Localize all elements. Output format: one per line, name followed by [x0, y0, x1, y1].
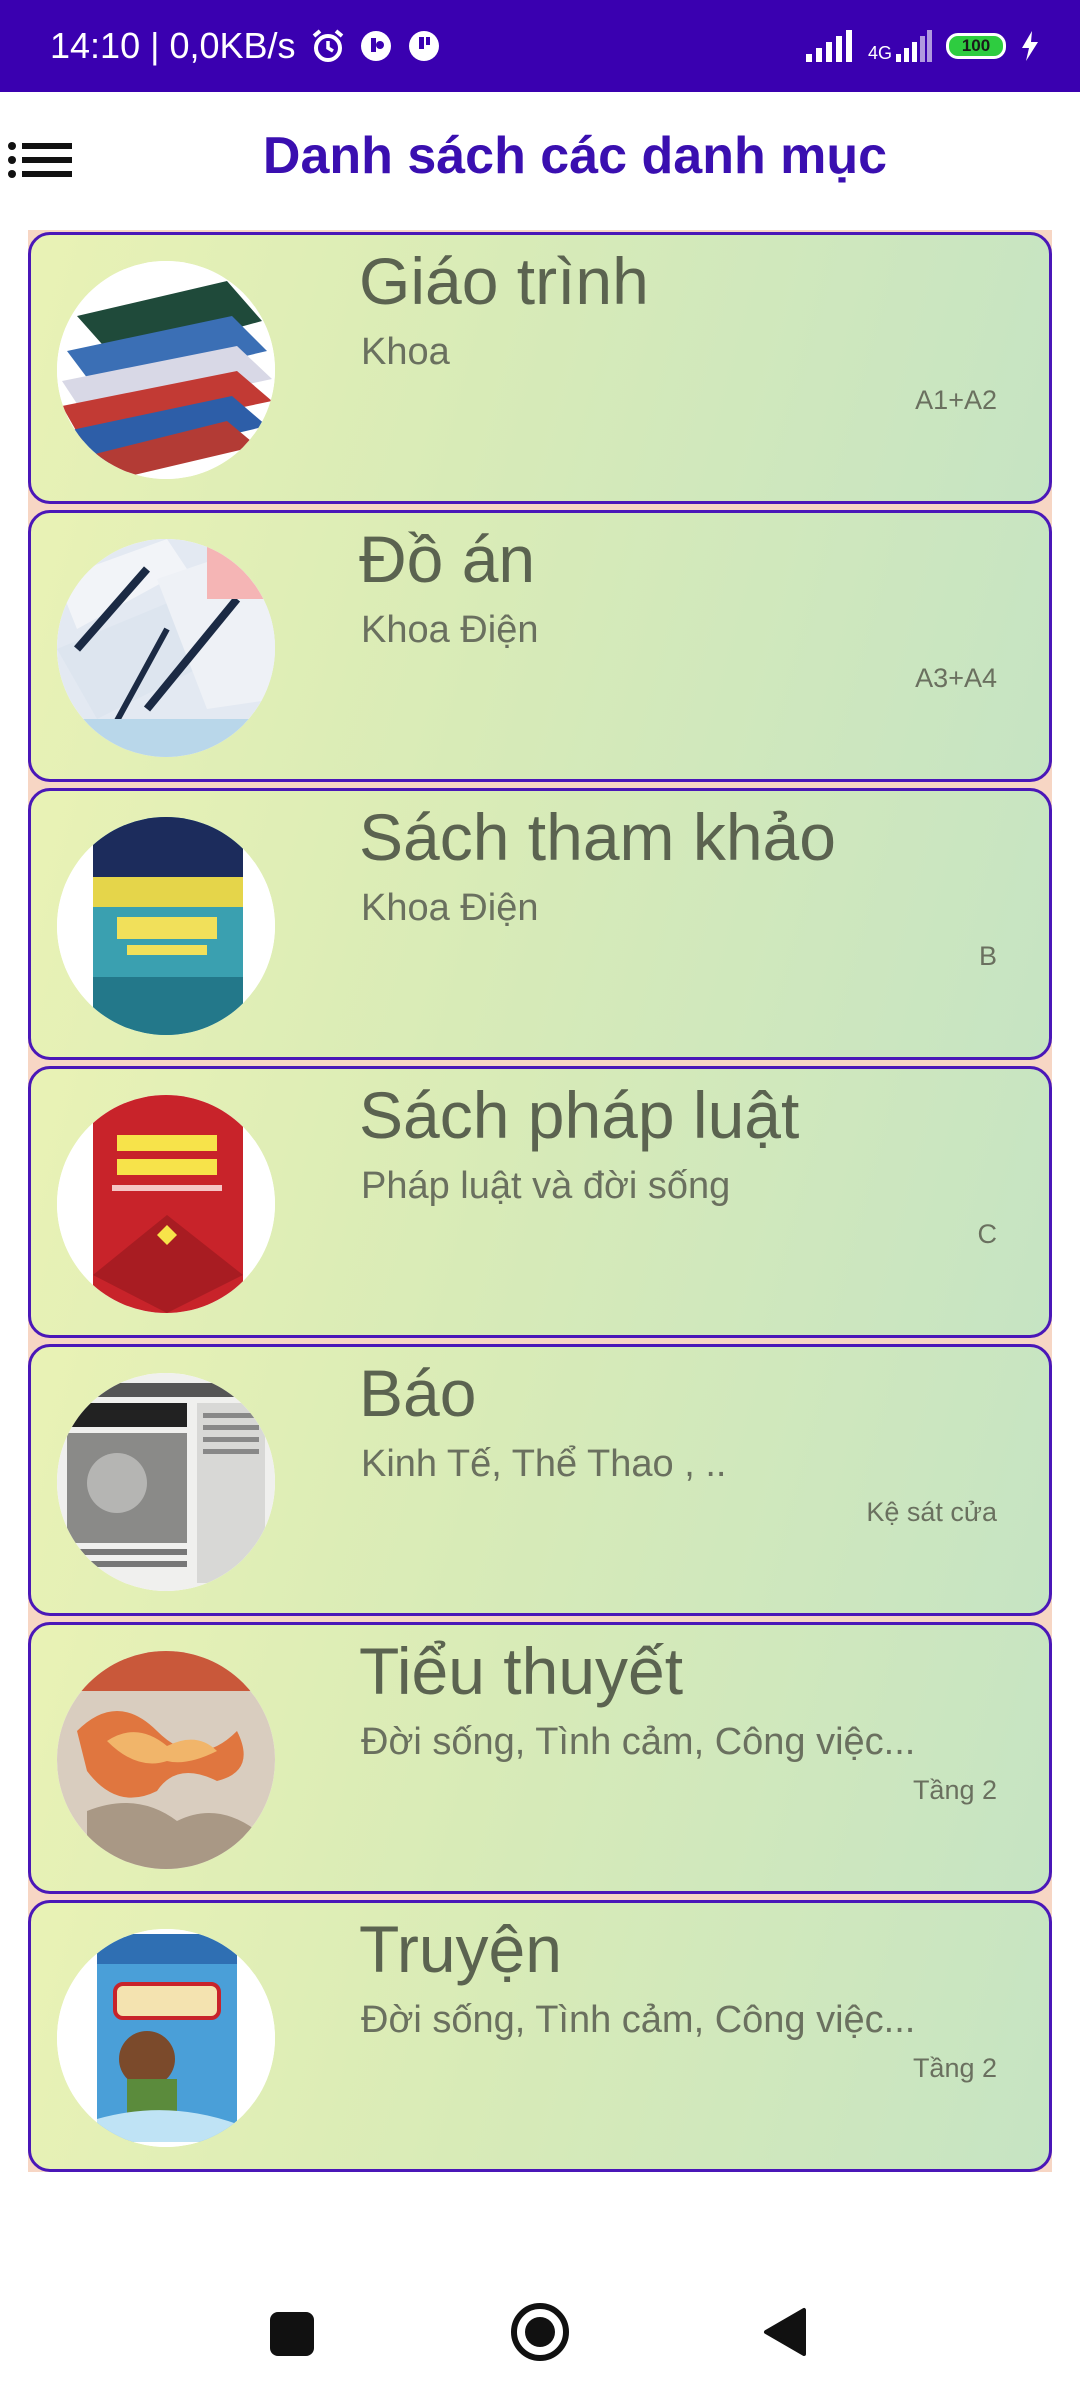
category-card-giao-trinh[interactable]: Giáo trình Khoa A1+A2: [28, 232, 1052, 504]
notification-icons: [310, 28, 442, 64]
category-subtitle: Kinh Tế, Thể Thao , ..: [361, 1443, 727, 1485]
app-header: Danh sách các danh mục: [0, 92, 1080, 228]
category-card-tieu-thuyet[interactable]: Tiểu thuyết Đời sống, Tình cảm, Công việ…: [28, 1622, 1052, 1894]
back-button[interactable]: [762, 2306, 808, 2358]
battery-level: 100: [961, 36, 991, 55]
page-title: Danh sách các danh mục: [262, 127, 888, 185]
system-nav-bar: [0, 2240, 1080, 2400]
battery-icon: 100: [946, 33, 1006, 59]
category-card-sach-tham-khao[interactable]: Sách tham khảo Khoa Điện B: [28, 788, 1052, 1060]
law-book-cover-image: [57, 1095, 275, 1313]
java-book-cover-image: [57, 817, 275, 1035]
status-time: 14:10 | 0,0KB/s: [50, 25, 296, 66]
signal-icon: [805, 30, 852, 62]
category-subtitle: Đời sống, Tình cảm, Công việc...: [361, 1999, 916, 2041]
alarm-icon: [312, 29, 343, 62]
category-subtitle: Khoa Điện: [361, 609, 539, 651]
novel-cover-image: [57, 1651, 275, 1869]
category-location: Tầng 2: [912, 1775, 997, 1805]
recents-button[interactable]: [270, 2312, 314, 2356]
category-card-truyen[interactable]: Truyện Đời sống, Tình cảm, Công việc... …: [28, 1900, 1052, 2172]
category-location: C: [977, 1219, 998, 1249]
category-subtitle: Pháp luật và đời sống: [361, 1165, 731, 1207]
category-title: Đồ án: [359, 522, 536, 596]
category-title: Sách pháp luật: [359, 1078, 800, 1152]
signal-bars-icon: [896, 30, 932, 62]
chat-icon: [408, 31, 439, 61]
stack-of-books-image: [57, 261, 275, 479]
charging-icon: [1022, 31, 1038, 61]
story-book-cover-image: [57, 1929, 275, 2147]
category-title: Tiểu thuyết: [359, 1634, 684, 1708]
category-location: Tầng 2: [912, 2053, 997, 2083]
category-list[interactable]: Giáo trình Khoa A1+A2 Đồ án Khoa Điện A3…: [28, 230, 1052, 2172]
status-bar: 14:10 | 0,0KB/s 4G 100: [0, 0, 1080, 92]
network-type-label: 4G: [867, 43, 892, 63]
category-title: Truyện: [359, 1912, 562, 1986]
category-title: Giáo trình: [359, 244, 649, 318]
newspaper-image: [57, 1373, 275, 1591]
category-card-do-an[interactable]: Đồ án Khoa Điện A3+A4: [28, 510, 1052, 782]
category-title: Sách tham khảo: [359, 800, 836, 874]
category-subtitle: Đời sống, Tình cảm, Công việc...: [361, 1721, 916, 1763]
messenger-icon: [360, 31, 391, 61]
category-location: Kệ sát cửa: [866, 1497, 997, 1527]
category-title: Báo: [359, 1356, 477, 1430]
project-papers-image: [57, 539, 275, 757]
status-right: 4G 100: [805, 30, 1040, 62]
category-location: B: [978, 941, 997, 971]
category-subtitle: Khoa: [361, 331, 450, 373]
category-card-bao[interactable]: Báo Kinh Tế, Thể Thao , .. Kệ sát cửa: [28, 1344, 1052, 1616]
category-subtitle: Khoa Điện: [361, 887, 539, 929]
signal-4g-icon: 4G: [868, 30, 932, 62]
category-location: A1+A2: [915, 385, 997, 415]
status-left: 14:10 | 0,0KB/s: [50, 25, 442, 67]
home-button[interactable]: [510, 2302, 570, 2362]
category-card-sach-phap-luat[interactable]: Sách pháp luật Pháp luật và đời sống C: [28, 1066, 1052, 1338]
category-location: A3+A4: [915, 663, 997, 693]
